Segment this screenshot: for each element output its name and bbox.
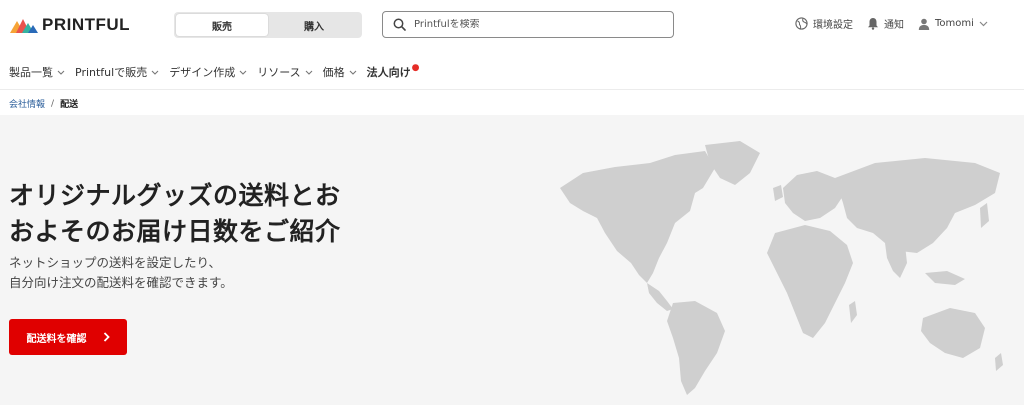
- settings-link[interactable]: 環境設定: [795, 16, 853, 31]
- greenland-shape: [705, 141, 760, 185]
- page-title-line-2: およそのお届け日数をご紹介: [9, 217, 341, 246]
- new-zealand-shape: [995, 353, 1003, 371]
- breadcrumb-separator: /: [51, 98, 55, 109]
- hero-section: オリジナルグッズの送料とお およそのお届け日数をご紹介 ネットショップの送料を設…: [0, 115, 1024, 405]
- search-box: [382, 11, 674, 38]
- india-shape: [885, 243, 907, 278]
- top-bar: PRINTFUL 販売 購入 環境設定 通知: [0, 0, 1024, 50]
- check-shipping-button-label: 配送料を確認: [26, 333, 87, 345]
- chevron-right-icon: [103, 332, 110, 342]
- nav-item-label: リソース: [257, 66, 301, 79]
- settings-label: 環境設定: [813, 20, 853, 31]
- sell-buy-toggle: 販売 購入: [174, 12, 362, 38]
- sell-toggle-button[interactable]: 販売: [176, 14, 268, 36]
- notifications-label: 通知: [884, 20, 904, 31]
- page-title: オリジナルグッズの送料とお およそのお届け日数をご紹介: [9, 178, 389, 250]
- hero-subtitle-line-2: 自分向け注文の配送料を確認できます。: [9, 275, 233, 290]
- chevron-down-icon: [349, 70, 357, 75]
- nav-item-pricing[interactable]: 価格: [323, 64, 357, 80]
- asia-shape: [835, 158, 1000, 253]
- nav-item-label: 価格: [322, 66, 345, 79]
- hero-subtitle: ネットショップの送料を設定したり、 自分向け注文の配送料を確認できます。: [9, 253, 369, 293]
- printful-logo[interactable]: PRINTFUL: [10, 15, 130, 35]
- nav-item-resources[interactable]: リソース: [257, 64, 313, 80]
- central-america-shape: [647, 283, 673, 311]
- page-title-line-1: オリジナルグッズの送料とお: [9, 181, 341, 210]
- logo-wordmark: PRINTFUL: [42, 15, 131, 34]
- hero-subtitle-line-1: ネットショップの送料を設定したり、: [9, 255, 222, 270]
- chevron-down-icon: [151, 70, 159, 75]
- header-divider: [0, 89, 1024, 90]
- user-menu[interactable]: Tomomi: [918, 18, 993, 30]
- north-america-shape: [560, 151, 715, 283]
- notifications-link[interactable]: 通知: [867, 16, 904, 31]
- nav-item-label: 法人向け: [366, 66, 411, 79]
- nav-item-sell[interactable]: Printfulで販売: [75, 64, 159, 80]
- chevron-down-icon: [57, 70, 65, 75]
- new-indicator-dot: ●: [411, 63, 420, 73]
- search-input[interactable]: [414, 19, 654, 30]
- chevron-down-icon: [305, 70, 313, 75]
- japan-shape: [980, 203, 989, 228]
- nav-item-label: Printfulで販売: [75, 66, 148, 79]
- main-nav: 製品一覧 Printfulで販売 デザイン作成 リソース 価格 法人向け ●: [0, 62, 430, 82]
- globe-icon: [795, 17, 808, 30]
- breadcrumb-company-info-link[interactable]: 会社情報: [9, 97, 45, 110]
- nav-item-label: デザイン作成: [169, 66, 236, 79]
- bell-icon: [868, 18, 878, 30]
- chevron-down-icon: [979, 21, 988, 26]
- buy-toggle-button[interactable]: 購入: [268, 14, 360, 36]
- madagascar-shape: [849, 301, 857, 323]
- australia-shape: [921, 308, 985, 358]
- search-icon: [393, 18, 406, 31]
- nav-item-business[interactable]: 法人向け ●: [366, 63, 420, 80]
- world-map-illustration: [560, 141, 1003, 395]
- user-name: Tomomi: [935, 18, 974, 29]
- breadcrumb-current: 配送: [60, 100, 79, 110]
- africa-shape: [767, 225, 853, 338]
- nav-item-label: 製品一覧: [9, 66, 53, 79]
- check-shipping-button[interactable]: 配送料を確認: [9, 319, 127, 355]
- printful-logo-mark: [10, 19, 38, 33]
- utility-nav: 環境設定 通知 Tomomi: [795, 16, 1007, 31]
- nav-item-design[interactable]: デザイン作成: [169, 64, 247, 80]
- user-icon: [918, 18, 930, 30]
- southeast-asia-shape: [925, 271, 965, 285]
- uk-shape: [773, 185, 783, 201]
- south-america-shape: [667, 301, 725, 395]
- breadcrumb: 会社情報 / 配送: [9, 97, 79, 111]
- nav-item-products[interactable]: 製品一覧: [9, 64, 65, 80]
- chevron-down-icon: [239, 70, 247, 75]
